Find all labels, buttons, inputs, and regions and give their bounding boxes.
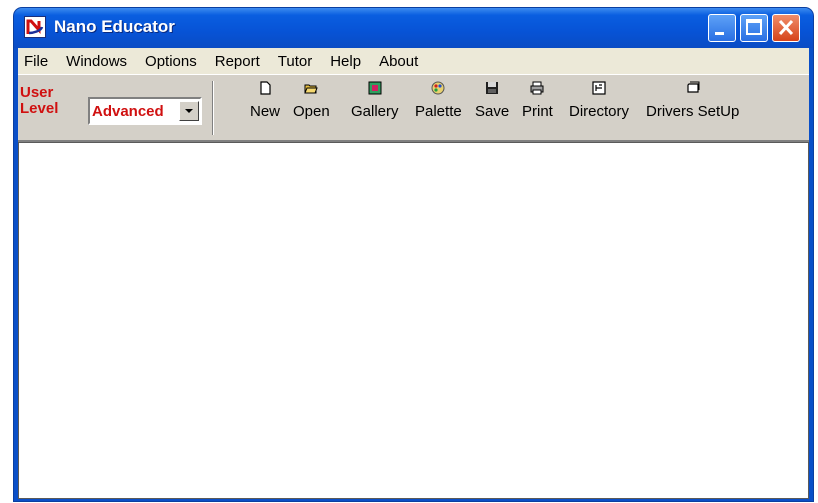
minimize-icon [715, 32, 724, 35]
menu-report[interactable]: Report [215, 53, 260, 70]
minimize-button[interactable] [708, 14, 736, 42]
user-level-select[interactable]: Advanced [88, 97, 202, 125]
app-window: Nano Educator File Windows Options Repor… [14, 8, 813, 501]
close-icon [778, 19, 794, 36]
chevron-down-icon [185, 109, 193, 113]
menu-help[interactable]: Help [330, 53, 361, 70]
maximize-icon [746, 19, 762, 35]
palette-button[interactable]: Palette [415, 81, 462, 120]
directory-label: Directory [569, 103, 630, 120]
title-bar[interactable]: Nano Educator [14, 8, 813, 48]
main-workspace[interactable] [18, 142, 809, 499]
toolbar: User Level Advanced New Open Gallery Pal… [18, 74, 809, 142]
close-button[interactable] [772, 14, 800, 42]
floppy-disk-icon [486, 82, 499, 94]
open-folder-icon [304, 84, 319, 94]
menu-windows[interactable]: Windows [66, 53, 127, 70]
save-button[interactable]: Save [475, 81, 509, 120]
menu-tutor[interactable]: Tutor [278, 53, 312, 70]
new-button[interactable]: New [250, 81, 280, 120]
user-level-label: User Level [20, 85, 58, 117]
drivers-setup-button[interactable]: Drivers SetUp [646, 81, 739, 120]
maximize-button[interactable] [740, 14, 768, 42]
new-document-icon [260, 81, 271, 95]
gallery-icon [368, 81, 382, 95]
gallery-button[interactable]: Gallery [351, 81, 399, 120]
drivers-setup-icon [687, 81, 700, 93]
dropdown-arrow-button[interactable] [179, 101, 199, 121]
menu-file[interactable]: File [24, 53, 48, 70]
printer-icon [530, 81, 544, 95]
directory-button[interactable]: Directory [569, 81, 629, 120]
directory-icon [592, 81, 606, 95]
open-button[interactable]: Open [293, 81, 330, 120]
print-button[interactable]: Print [522, 81, 553, 120]
new-label: New [250, 103, 281, 120]
palette-label: Palette [415, 103, 462, 120]
open-label: Open [293, 103, 330, 120]
user-level-label-line1: User [20, 84, 54, 101]
menu-options[interactable]: Options [145, 53, 197, 70]
nano-educator-logo-icon[interactable] [24, 16, 46, 38]
menu-bar: File Windows Options Report Tutor Help A… [18, 48, 809, 74]
drivers-setup-label: Drivers SetUp [646, 103, 740, 120]
user-level-value: Advanced [92, 103, 164, 120]
save-label: Save [475, 103, 510, 120]
print-label: Print [522, 103, 553, 120]
window-title: Nano Educator [54, 17, 175, 36]
gallery-label: Gallery [351, 103, 399, 120]
user-level-label-line2: Level [20, 100, 59, 117]
toolbar-separator [212, 81, 214, 135]
palette-icon [431, 81, 445, 95]
menu-about[interactable]: About [379, 53, 418, 70]
